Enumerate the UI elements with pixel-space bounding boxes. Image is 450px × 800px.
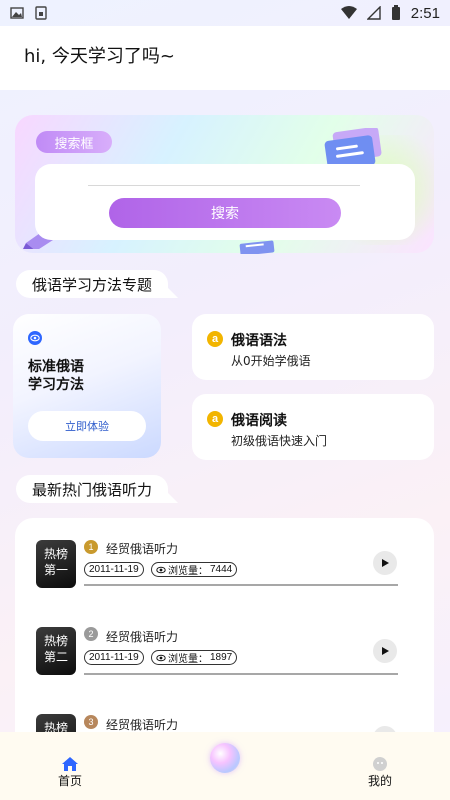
- search-tag: 搜索框: [36, 131, 112, 153]
- eye-icon: [156, 654, 166, 661]
- nav-home-label: 首页: [57, 774, 82, 788]
- reading-card-subtitle: 初级俄语快速入门: [231, 434, 328, 448]
- nav-mine-label: 我的: [367, 774, 392, 788]
- a-badge-icon: a: [207, 331, 223, 347]
- center-orb-button[interactable]: [210, 743, 240, 773]
- try-now-button[interactable]: 立即体验: [28, 411, 146, 441]
- battery-icon: [391, 5, 400, 20]
- profile-icon: [373, 757, 387, 771]
- play-icon: [382, 559, 389, 567]
- grammar-card-title: 俄语语法: [231, 333, 287, 349]
- reading-card[interactable]: [192, 394, 434, 460]
- signal-icon: [366, 6, 381, 20]
- methods-section-title: 俄语学习方法专题: [16, 270, 169, 298]
- grammar-card-subtitle: 从0开始学俄语: [231, 354, 311, 368]
- item-title[interactable]: 经贸俄语听力: [106, 540, 178, 557]
- item-title[interactable]: 经贸俄语听力: [106, 628, 178, 645]
- grammar-card[interactable]: [192, 314, 434, 380]
- image-notification-icon: [10, 7, 24, 19]
- standard-method-title: 标准俄语 学习方法: [28, 359, 84, 393]
- date-badge: 2011-11-19: [84, 650, 144, 665]
- book-illustration-icon: [239, 240, 275, 254]
- play-button[interactable]: [373, 639, 397, 663]
- eye-icon: [156, 566, 166, 573]
- home-icon: [62, 757, 78, 771]
- status-time: 2:51: [410, 4, 440, 22]
- nav-home[interactable]: 首页: [40, 756, 100, 789]
- item-title[interactable]: 经贸俄语听力: [106, 716, 178, 733]
- greeting-text: hi, 今天学习了吗~: [24, 46, 175, 67]
- views-badge: 浏览量： 7444: [151, 562, 238, 577]
- a-badge-icon: a: [207, 411, 223, 427]
- lock-notification-icon: [35, 6, 47, 20]
- play-button[interactable]: [373, 551, 397, 575]
- eye-icon: [28, 331, 42, 345]
- wifi-icon: [340, 6, 357, 19]
- status-bar: 2:51: [0, 0, 450, 26]
- search-button[interactable]: 搜索: [109, 198, 341, 228]
- item-thumbnail[interactable]: 热榜 第一: [36, 540, 76, 588]
- progress-bar[interactable]: [84, 673, 398, 675]
- search-input[interactable]: [88, 172, 360, 186]
- reading-card-title: 俄语阅读: [231, 413, 287, 429]
- progress-bar[interactable]: [84, 584, 398, 586]
- listening-section-title: 最新热门俄语听力: [16, 475, 169, 503]
- nav-mine[interactable]: 我的: [350, 756, 410, 789]
- play-icon: [382, 647, 389, 655]
- date-badge: 2011-11-19: [84, 562, 144, 577]
- rank-medal-icon: 2: [84, 627, 98, 641]
- item-thumbnail[interactable]: 热榜 第二: [36, 627, 76, 675]
- rank-medal-icon: 1: [84, 540, 98, 554]
- rank-medal-icon: 3: [84, 715, 98, 729]
- views-badge: 浏览量： 1897: [151, 650, 238, 665]
